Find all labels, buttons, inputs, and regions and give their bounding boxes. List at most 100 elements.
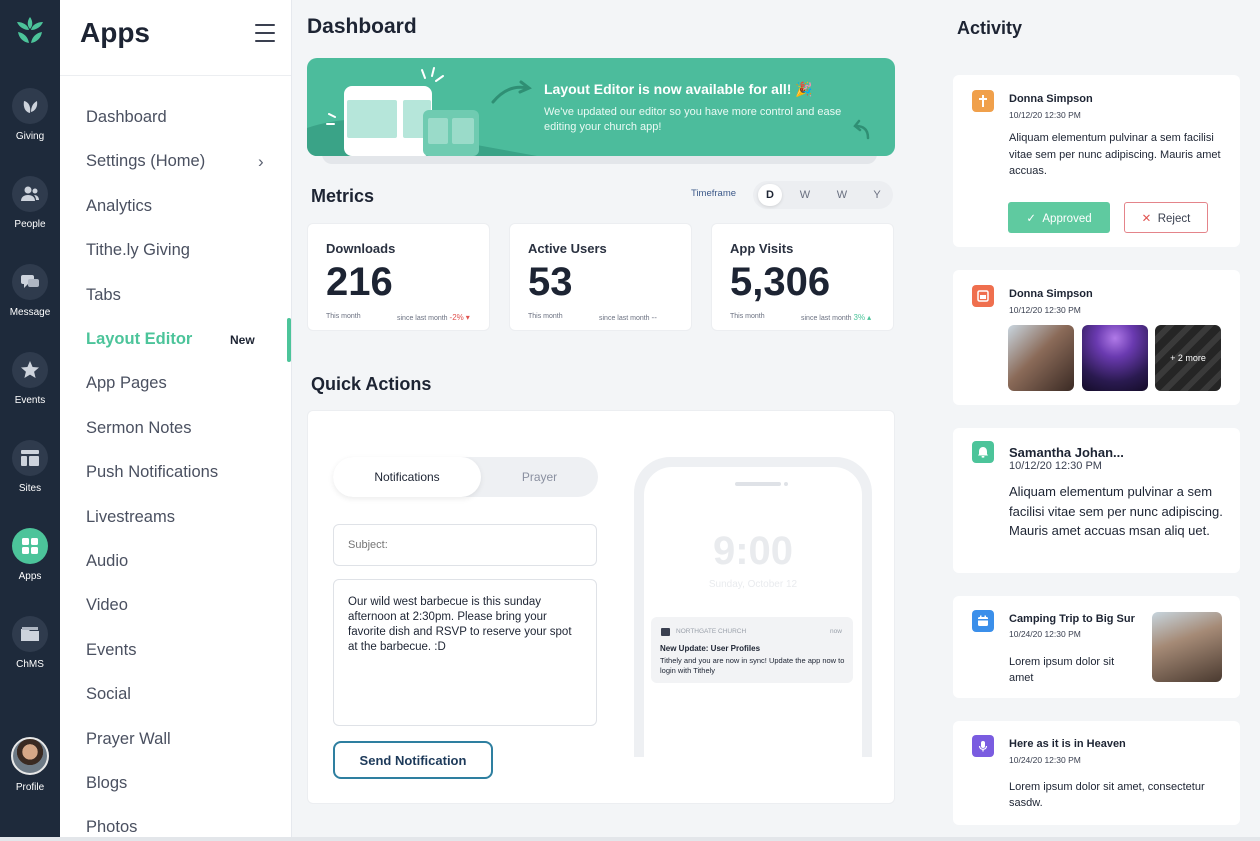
notification-app-name: NORTHGATE CHURCH [676,628,747,635]
notification-body: Tithely and you are now in sync! Update … [660,656,845,675]
sidebar-item-video[interactable]: Video [86,596,276,615]
rail-label: Events [14,395,46,406]
message-textarea[interactable]: Our wild west barbecue is this sunday af… [333,579,597,726]
sidebar-item-events[interactable]: Events [86,641,276,660]
photo-thumbnail[interactable] [1008,325,1074,391]
rail-item-message[interactable]: Message [0,264,60,318]
activity-card-prayer[interactable]: Donna Simpson 10/12/20 12:30 PM Aliquam … [953,75,1240,247]
rail-item-apps[interactable]: Apps [0,528,60,582]
rail-label: Sites [18,483,42,494]
activity-name: Camping Trip to Big Sur [1009,613,1135,625]
announcement-banner[interactable]: Layout Editor is now available for all! … [307,58,895,156]
sidebar-item-settings-home[interactable]: Settings (Home) › [86,152,276,171]
activity-card-notification[interactable]: Samantha Johan... 10/12/20 12:30 PM Aliq… [953,428,1240,573]
rail-item-sites[interactable]: Sites [0,440,60,494]
apps-sidebar: Apps Dashboard Settings (Home) › Analytic… [60,0,292,841]
send-notification-button[interactable]: Send Notification [333,741,493,779]
trend-flat-icon: -- [651,313,657,322]
quick-actions-title: Quick Actions [311,374,432,394]
sidebar-item-analytics[interactable]: Analytics [86,197,276,216]
metric-period: This month [528,313,563,320]
sidebar-item-label: App Pages [86,374,167,392]
sidebar-item-sermon-notes[interactable]: Sermon Notes [86,419,276,438]
sidebar-item-push-notifications[interactable]: Push Notifications [86,463,276,482]
approve-button[interactable]: ✓ Approved [1008,202,1110,233]
profile-avatar [11,737,49,775]
sidebar-item-label: Livestreams [86,508,175,526]
timeframe-option[interactable]: W [830,184,854,206]
photo-thumbnail-more[interactable]: + 2 more [1155,325,1221,391]
event-thumbnail[interactable] [1152,612,1222,682]
rail-item-events[interactable]: Events [0,352,60,406]
sidebar-item-label: Analytics [86,197,153,215]
timeframe-option[interactable]: W [793,184,817,206]
activity-card-photos[interactable]: Donna Simpson 10/12/20 12:30 PM + 2 more [953,270,1240,405]
sidebar-item-tabs[interactable]: Tabs [86,286,276,305]
sidebar-item-label: Events [86,641,137,659]
metric-title: Active Users [528,241,607,256]
sidebar-item-layout-editor[interactable]: Layout Editor New [86,330,276,349]
metric-delta: -2% [449,313,464,322]
metric-title: App Visits [730,241,794,256]
sidebar-item-social[interactable]: Social [86,685,276,704]
more-photos-label: + 2 more [1155,325,1221,391]
photo-thumbnail[interactable] [1082,325,1148,391]
activity-card-sermon[interactable]: Here as it is in Heaven 10/24/20 12:30 P… [953,721,1240,825]
prayer-cross-icon [972,90,994,112]
timeframe-option[interactable]: D [758,184,782,206]
subject-input[interactable] [333,524,597,566]
metric-since-label: since last month [397,315,448,322]
photo-icon [972,285,994,307]
app-rail: Giving People Message Events Sites Apps … [0,0,60,841]
rail-item-profile[interactable]: Profile [0,737,60,793]
sidebar-item-dashboard[interactable]: Dashboard [86,108,276,127]
approve-label: Approved [1042,212,1092,225]
banner-text: We've updated our editor so you have mor… [544,106,842,133]
sidebar-title: Apps [80,17,150,48]
sidebar-item-label: Video [86,596,128,614]
brand-logo-icon[interactable] [10,10,50,50]
lockscreen-clock: 9:00 [712,529,794,573]
reject-button[interactable]: ✕ Reject [1124,202,1208,233]
church-app-icon [661,628,670,636]
reject-label: Reject [1157,212,1191,225]
rail-item-chms[interactable]: ChMS [0,616,60,670]
activity-name: Donna Simpson [1009,93,1093,105]
metric-card-app-visits[interactable]: App Visits 5,306 This month since last m… [711,223,894,331]
activity-card-event[interactable]: Camping Trip to Big Sur 10/24/20 12:30 P… [953,596,1240,698]
activity-time: 10/12/20 12:30 PM [1009,460,1102,472]
activity-name: Here as it is in Heaven [1009,738,1126,750]
rail-item-giving[interactable]: Giving [0,88,60,142]
events-star-icon [12,352,48,388]
sidebar-item-label: Audio [86,552,129,570]
metric-card-active-users[interactable]: Active Users 53 This month since last mo… [509,223,692,331]
calendar-icon [972,610,994,632]
tab-prayer[interactable]: Prayer [481,457,598,497]
hamburger-menu-icon[interactable] [255,24,275,42]
sidebar-item-prayer-wall[interactable]: Prayer Wall [86,730,276,749]
sidebar-item-app-pages[interactable]: App Pages [86,374,276,393]
metric-title: Downloads [326,241,396,256]
sidebar-item-livestreams[interactable]: Livestreams [86,508,276,527]
sidebar-item-blogs[interactable]: Blogs [86,774,276,793]
metric-card-downloads[interactable]: Downloads 216 This month since last mont… [307,223,490,331]
sidebar-item-photos[interactable]: Photos [86,818,276,837]
active-indicator [287,318,291,362]
timeframe-option[interactable]: Y [865,184,889,206]
lockscreen-date: Sunday, October 12 [708,579,798,590]
phone-screen: 9:00 Sunday, October 12 NORTHGATE CHURCH… [644,467,862,757]
sidebar-item-audio[interactable]: Audio [86,552,276,571]
activity-body: Lorem ipsum dolor sit amet [1009,656,1115,684]
metric-value: 53 [528,260,573,304]
notification-time: now [830,628,842,635]
phone-preview: 9:00 Sunday, October 12 NORTHGATE CHURCH… [634,457,872,757]
activity-time: 10/12/20 12:30 PM [1009,305,1081,315]
activity-body: Aliquam elementum pulvinar a sem facilis… [1009,484,1223,538]
sidebar-item-tithely-giving[interactable]: Tithe.ly Giving [86,241,276,260]
sidebar-item-label: Prayer Wall [86,730,171,748]
rail-item-people[interactable]: People [0,176,60,230]
metric-period: This month [730,313,765,320]
metric-comparison: since last month 3% ▴ [801,313,871,322]
tab-notifications[interactable]: Notifications [333,457,481,497]
trend-up-icon: ▴ [867,313,872,322]
